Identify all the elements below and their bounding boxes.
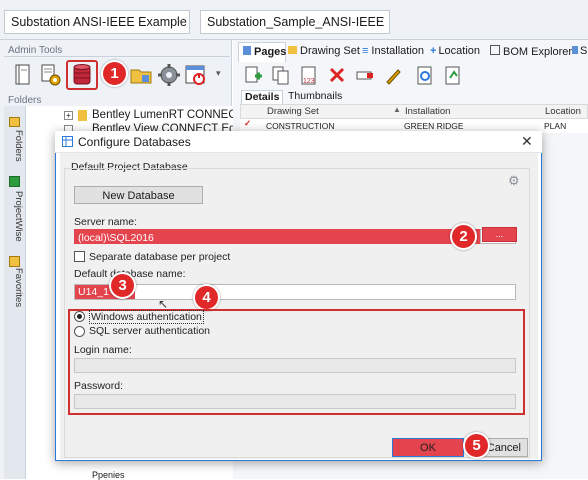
ok-button[interactable]: OK bbox=[392, 438, 464, 457]
column-header-installation[interactable]: Installation bbox=[405, 106, 450, 117]
tab-drawing-set[interactable]: Drawing Set bbox=[288, 42, 360, 62]
separate-database-checkbox[interactable] bbox=[74, 251, 85, 262]
list-icon: ≡ bbox=[362, 45, 369, 57]
tab-projectwise[interactable]: ProjectWise bbox=[6, 191, 24, 242]
bom-icon bbox=[490, 45, 500, 55]
tree-item[interactable]: Bentley View CONNECT Edit bbox=[92, 123, 241, 131]
tab-pages[interactable]: Pages bbox=[238, 42, 286, 62]
expand-icon[interactable]: + bbox=[64, 111, 73, 120]
folder-icon bbox=[288, 46, 297, 54]
sort-icon: ▲ bbox=[393, 105, 401, 114]
plus-icon: + bbox=[430, 45, 437, 57]
more-icon[interactable]: ▾ bbox=[216, 68, 230, 84]
grid-header: Drawing Set ▲ Installation Location bbox=[240, 104, 588, 119]
tab-icon bbox=[572, 46, 578, 54]
project-dropdown-value: Substation ANSI-IEEE Example bbox=[11, 15, 187, 29]
checkmark-icon: ✓ bbox=[244, 118, 252, 128]
svg-text:123: 123 bbox=[303, 78, 315, 85]
password-label: Password: bbox=[74, 380, 124, 392]
login-name-input[interactable] bbox=[74, 358, 516, 373]
tab-overflow-label: S bbox=[580, 45, 588, 57]
sample-dropdown-value: Substation_Sample_ANSI-IEEE bbox=[207, 15, 385, 29]
folder-icon[interactable] bbox=[128, 62, 154, 88]
tab-drawing-set-label: Drawing Set bbox=[300, 45, 360, 57]
copy-page-icon[interactable] bbox=[270, 64, 292, 86]
divider bbox=[4, 56, 230, 57]
gear-icon[interactable]: ⚙ bbox=[508, 173, 520, 189]
server-name-label: Server name: bbox=[74, 216, 138, 228]
power-window-icon[interactable] bbox=[183, 62, 209, 88]
add-page-icon[interactable] bbox=[242, 64, 264, 86]
subtab-details[interactable]: Details bbox=[241, 90, 283, 104]
annotation-badge-4: 4 bbox=[193, 284, 220, 311]
server-name-input[interactable]: (local)\SQL2016 bbox=[74, 229, 480, 244]
tab-folders[interactable]: Folders bbox=[6, 130, 24, 162]
tab-installation-label: Installation bbox=[371, 45, 425, 57]
folder-icon bbox=[9, 117, 20, 127]
sync-icon[interactable] bbox=[442, 64, 464, 86]
annotation-badge-3: 3 bbox=[109, 272, 136, 299]
table-cell: PLAN bbox=[544, 121, 567, 131]
dialog-title: Configure Databases bbox=[78, 135, 191, 149]
delete-icon[interactable] bbox=[326, 64, 348, 86]
edit-icon[interactable] bbox=[382, 64, 404, 86]
login-name-label: Login name: bbox=[74, 344, 132, 356]
pages-icon bbox=[243, 46, 251, 55]
chevron-down-icon: ⌵ bbox=[376, 14, 384, 25]
tab-overflow[interactable]: S bbox=[572, 42, 588, 62]
windows-auth-radio[interactable] bbox=[74, 311, 85, 322]
gear-icon[interactable] bbox=[156, 62, 182, 88]
project-dropdown[interactable]: Substation ANSI-IEEE Example ⌵ bbox=[4, 10, 190, 34]
default-database-input[interactable] bbox=[74, 284, 516, 300]
dialog-titlebar: Configure Databases ✕ bbox=[55, 131, 542, 153]
grid-icon bbox=[62, 136, 73, 147]
tab-pages-label: Pages bbox=[254, 46, 287, 58]
table-cell: GREEN RIDGE bbox=[404, 121, 464, 131]
renumber-icon[interactable]: 123 bbox=[298, 64, 320, 86]
tab-bom-explorer[interactable]: BOM Explorer bbox=[490, 42, 573, 62]
tab-location-label: Location bbox=[438, 45, 481, 57]
close-icon[interactable]: ✕ bbox=[521, 133, 533, 150]
remove-field-icon[interactable] bbox=[354, 64, 376, 86]
password-input[interactable] bbox=[74, 394, 516, 409]
tab-installation[interactable]: ≡ Installation bbox=[362, 42, 428, 62]
table-cell: CONSTRUCTION bbox=[266, 121, 335, 131]
sample-dropdown[interactable]: Substation_Sample_ANSI-IEEE ⌵ bbox=[200, 10, 390, 34]
windows-auth-label: Windows authentication bbox=[89, 310, 204, 324]
sql-auth-label: SQL server authentication bbox=[89, 325, 211, 337]
database-icon[interactable] bbox=[69, 62, 95, 88]
subtab-thumbnails[interactable]: Thumbnails bbox=[285, 90, 343, 104]
admin-tools-label: Admin Tools bbox=[8, 45, 63, 56]
annotation-badge-2: 2 bbox=[450, 223, 477, 250]
book-icon[interactable] bbox=[10, 62, 36, 88]
refresh-icon[interactable] bbox=[414, 64, 436, 86]
separate-database-label: Separate database per project bbox=[89, 251, 231, 263]
column-header-drawing-set[interactable]: Drawing Set bbox=[267, 106, 319, 117]
new-database-button[interactable]: New Database bbox=[74, 186, 203, 204]
tree-item[interactable]: Bentley LumenRT CONNECT bbox=[92, 109, 244, 121]
folder-icon bbox=[78, 110, 87, 121]
column-header-location[interactable]: Location bbox=[545, 106, 581, 117]
document-settings-icon[interactable] bbox=[38, 62, 64, 88]
browse-server-button[interactable]: ... bbox=[482, 227, 517, 242]
radio-selected-dot bbox=[77, 314, 82, 319]
folders-label: Folders bbox=[8, 95, 42, 106]
sql-auth-radio[interactable] bbox=[74, 326, 85, 337]
tab-bom-explorer-label: BOM Explorer bbox=[503, 46, 573, 58]
annotation-badge-5: 5 bbox=[463, 432, 490, 459]
pages-toolbar: 123 bbox=[236, 62, 588, 90]
tab-favorites[interactable]: Favorites bbox=[6, 268, 24, 307]
favorites-icon bbox=[9, 256, 20, 267]
annotation-badge-1: 1 bbox=[101, 60, 128, 87]
tab-location[interactable]: + Location bbox=[430, 42, 488, 62]
projectwise-icon bbox=[9, 176, 20, 187]
top-tabs: Pages Drawing Set ≡ Installation + Locatio… bbox=[236, 42, 588, 62]
chevron-down-icon: ⌵ bbox=[176, 14, 184, 25]
